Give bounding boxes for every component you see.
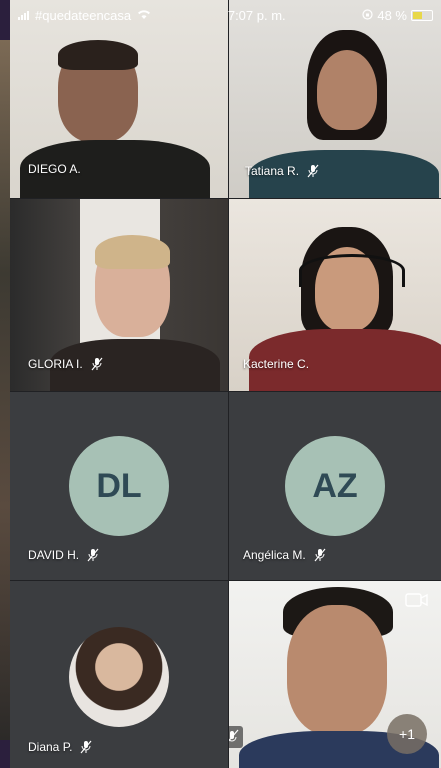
mic-muted-icon bbox=[80, 740, 92, 754]
participant-avatar-david: DL bbox=[69, 436, 169, 536]
mic-muted-icon bbox=[314, 548, 326, 562]
status-left: #quedateencasa bbox=[18, 8, 151, 23]
participant-name-gloria: GLORIA I. bbox=[28, 357, 103, 371]
participant-name-kacterine: Kacterine C. bbox=[243, 357, 310, 371]
participant-name-diana: Diana P. bbox=[28, 740, 92, 754]
mic-muted-icon bbox=[307, 164, 319, 178]
participant-avatar-diana bbox=[69, 627, 169, 727]
mic-muted-icon bbox=[91, 357, 103, 371]
battery-percent: 48 % bbox=[377, 7, 407, 23]
background-app-peek bbox=[0, 40, 10, 740]
participant-video-self bbox=[287, 605, 387, 735]
wifi-icon bbox=[137, 8, 151, 23]
participant-hair-gloria bbox=[95, 235, 170, 269]
participant-tile-self[interactable]: +1 bbox=[229, 581, 441, 768]
participant-tile-david[interactable]: DL DAVID H. bbox=[10, 392, 228, 580]
participant-name-tatiana: Tatiana R. bbox=[245, 164, 319, 178]
participant-name-david: DAVID H. bbox=[28, 548, 99, 562]
participant-avatar-angelica: AZ bbox=[285, 436, 385, 536]
participant-tile-diana[interactable]: Diana P. bbox=[10, 581, 228, 768]
mic-muted-icon bbox=[87, 548, 99, 562]
participant-tile-angelica[interactable]: AZ Angélica M. bbox=[229, 392, 441, 580]
participant-tile-gloria[interactable]: GLORIA I. bbox=[10, 199, 228, 391]
participant-name-angelica: Angélica M. bbox=[243, 548, 326, 562]
camera-switch-icon[interactable] bbox=[405, 591, 429, 609]
status-bar: #quedateencasa 7:07 p. m. 48 % bbox=[10, 0, 441, 30]
participant-tile-kacterine[interactable]: Kacterine C. bbox=[229, 199, 441, 391]
orientation-lock-icon bbox=[362, 8, 373, 23]
clock: 7:07 p. m. bbox=[227, 7, 286, 23]
video-call-grid: #quedateencasa 7:07 p. m. 48 % DIEGO A. … bbox=[10, 0, 441, 768]
headset-icon bbox=[299, 254, 405, 287]
participant-name-diego: DIEGO A. bbox=[28, 162, 81, 176]
status-right: 48 % bbox=[362, 8, 433, 23]
carrier-label: #quedateencasa bbox=[35, 7, 132, 23]
more-participants-button[interactable]: +1 bbox=[387, 714, 427, 754]
battery-icon bbox=[410, 9, 433, 21]
signal-icon bbox=[18, 10, 29, 20]
participant-video-tatiana bbox=[317, 50, 377, 130]
participant-hair-diego bbox=[58, 40, 138, 70]
mic-muted-icon bbox=[229, 726, 243, 748]
